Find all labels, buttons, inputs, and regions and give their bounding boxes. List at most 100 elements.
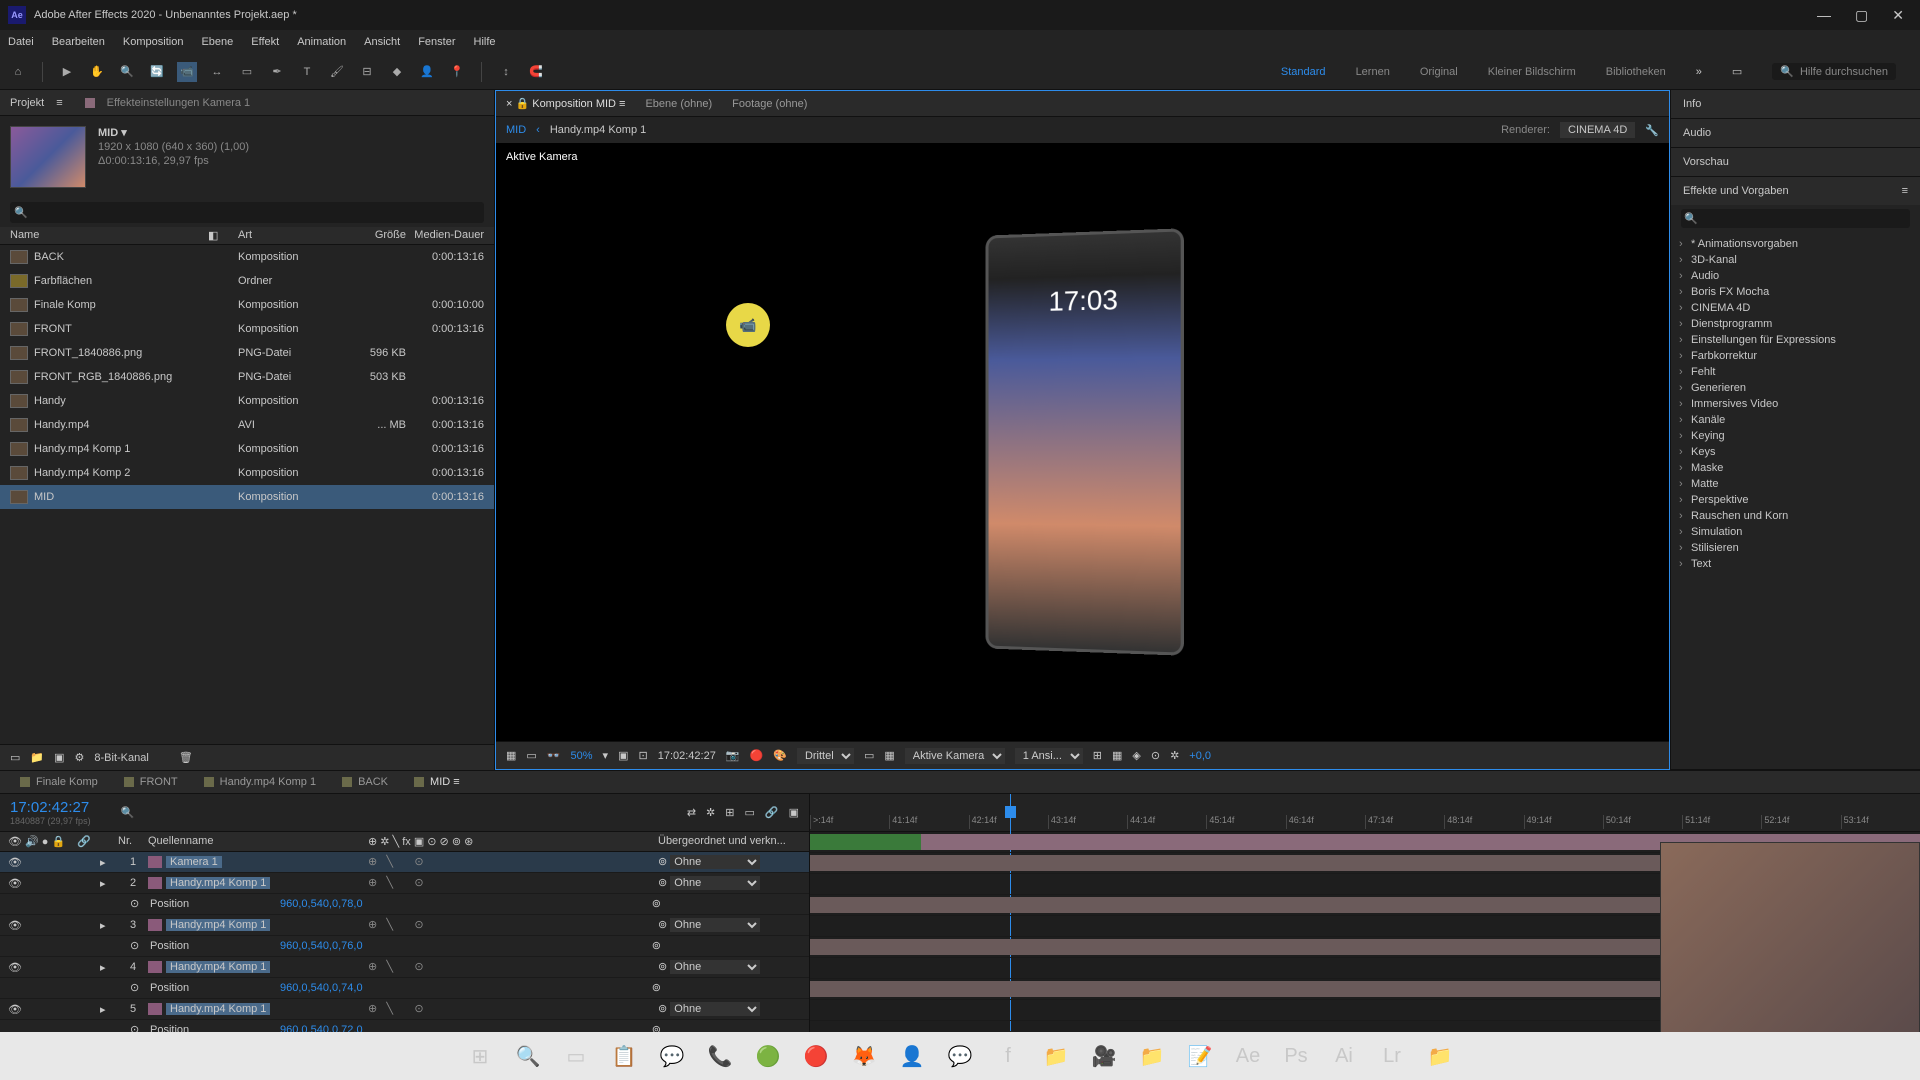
effect-category[interactable]: CINEMA 4D (1671, 300, 1920, 316)
color-icon[interactable]: 🎨 (773, 749, 787, 762)
axis-tool[interactable]: ↕ (496, 62, 516, 82)
effect-category[interactable]: Farbkorrektur (1671, 348, 1920, 364)
effect-category[interactable]: Kanäle (1671, 412, 1920, 428)
maximize-button[interactable]: ▢ (1855, 7, 1868, 24)
effect-category[interactable]: Fehlt (1671, 364, 1920, 380)
layer-property[interactable]: ⊙Position960,0,540,0,78,0⊚ (0, 894, 809, 915)
help-search[interactable]: Hilfe durchsuchen (1800, 66, 1888, 78)
menu-datei[interactable]: Datei (8, 36, 34, 48)
orbit-tool[interactable]: 🔄 (147, 62, 167, 82)
taskbar-icon[interactable]: 💬 (655, 1039, 689, 1073)
effect-category[interactable]: Boris FX Mocha (1671, 284, 1920, 300)
shape-tool[interactable]: ▭ (237, 62, 257, 82)
roto-tool[interactable]: 👤 (417, 62, 437, 82)
brush-tool[interactable]: 🖌 (327, 62, 347, 82)
taskbar-icon[interactable]: 📝 (1183, 1039, 1217, 1073)
effect-category[interactable]: * Animationsvorgaben (1671, 236, 1920, 252)
taskbar-icon[interactable]: ▭ (559, 1039, 593, 1073)
project-item[interactable]: FRONT_1840886.pngPNG-Datei596 KB (0, 341, 494, 365)
effect-category[interactable]: Dienstprogramm (1671, 316, 1920, 332)
taskbar-icon[interactable]: 📁 (1423, 1039, 1457, 1073)
tl-tool-1[interactable]: ⇄ (687, 806, 696, 819)
layer-row[interactable]: 👁▸3Handy.mp4 Komp 1⊕ ╲ ⊙⊚ Ohne (0, 915, 809, 936)
effect-category[interactable]: Perspektive (1671, 492, 1920, 508)
3d-icon-5[interactable]: ✲ (1170, 749, 1179, 762)
tl-tool-5[interactable]: 🔗 (765, 806, 779, 819)
selection-tool[interactable]: ▶ (57, 62, 77, 82)
clone-tool[interactable]: ⊟ (357, 62, 377, 82)
project-item[interactable]: Handy.mp4 Komp 1Komposition0:00:13:16 (0, 437, 494, 461)
camera-tool[interactable]: 📹 (177, 62, 197, 82)
ruler-tick[interactable]: 52:14f (1761, 815, 1840, 829)
comp-tab[interactable]: Ebene (ohne) (645, 98, 712, 110)
taskbar-icon[interactable]: 👤 (895, 1039, 929, 1073)
timeline-tab[interactable]: Finale Komp (20, 776, 98, 788)
project-item[interactable]: BACKKomposition0:00:13:16 (0, 245, 494, 269)
mask-icon[interactable]: 👓 (547, 749, 561, 762)
pan-behind-tool[interactable]: ↔ (207, 62, 227, 82)
effect-category[interactable]: Immersives Video (1671, 396, 1920, 412)
exposure[interactable]: +0,0 (1189, 750, 1211, 762)
project-item[interactable]: Handy.mp4AVI... MB0:00:13:16 (0, 413, 494, 437)
col-type[interactable]: Art (238, 229, 336, 242)
tab-project[interactable]: Projekt (10, 97, 44, 109)
timeline-search[interactable]: 🔍 (121, 806, 135, 819)
puppet-tool[interactable]: 📍 (447, 62, 467, 82)
taskbar-icon[interactable]: 🔍 (511, 1039, 545, 1073)
transparency-icon[interactable]: ▭ (526, 749, 536, 762)
snapshot-icon[interactable]: 📷 (726, 749, 740, 762)
col-tag[interactable]: ◧ (208, 229, 238, 242)
menu-ebene[interactable]: Ebene (201, 36, 233, 48)
timeline-tab[interactable]: Handy.mp4 Komp 1 (204, 776, 316, 788)
project-item[interactable]: Handy.mp4 Komp 2Komposition0:00:13:16 (0, 461, 494, 485)
taskbar-icon[interactable]: Lr (1375, 1039, 1409, 1073)
hand-tool[interactable]: ✋ (87, 62, 107, 82)
workspace-kleiner bildschirm[interactable]: Kleiner Bildschirm (1488, 66, 1576, 78)
breadcrumb-root[interactable]: MID (506, 124, 526, 136)
col-duration[interactable]: Medien-Dauer (406, 229, 484, 242)
timeline-tab[interactable]: MID ≡ (414, 776, 460, 788)
menu-animation[interactable]: Animation (297, 36, 346, 48)
menu-effekt[interactable]: Effekt (251, 36, 279, 48)
eraser-tool[interactable]: ◆ (387, 62, 407, 82)
home-icon[interactable]: ⌂ (8, 62, 28, 82)
new-comp-icon[interactable]: ▣ (54, 751, 64, 764)
channel-icon[interactable]: 🔴 (750, 749, 764, 762)
panel-audio[interactable]: Audio (1671, 119, 1920, 147)
project-search[interactable]: 🔍 (10, 202, 484, 223)
panel-preview[interactable]: Vorschau (1671, 148, 1920, 176)
taskbar-icon[interactable]: 🎥 (1087, 1039, 1121, 1073)
taskbar-icon[interactable]: Ai (1327, 1039, 1361, 1073)
layer-property[interactable]: ⊙Position960,0,540,0,74,0⊚ (0, 978, 809, 999)
resolution-select[interactable]: Drittel (797, 748, 854, 764)
col-name[interactable]: Name (10, 229, 208, 242)
type-tool[interactable]: T (297, 62, 317, 82)
effect-category[interactable]: Generieren (1671, 380, 1920, 396)
layer-row[interactable]: 👁▸5Handy.mp4 Komp 1⊕ ╲ ⊙⊚ Ohne (0, 999, 809, 1020)
timeline-tab[interactable]: BACK (342, 776, 388, 788)
menu-hilfe[interactable]: Hilfe (474, 36, 496, 48)
layer-row[interactable]: 👁▸1Kamera 1⊕ ╲ ⊙⊚ Ohne (0, 852, 809, 873)
trash-icon[interactable]: 🗑 (179, 751, 193, 764)
ruler-tick[interactable]: 47:14f (1365, 815, 1444, 829)
ruler-tick[interactable]: 45:14f (1206, 815, 1285, 829)
layer-property[interactable]: ⊙Position960,0,540,0,76,0⊚ (0, 936, 809, 957)
ruler-tick[interactable]: 53:14f (1841, 815, 1920, 829)
effect-category[interactable]: Keying (1671, 428, 1920, 444)
menu-bearbeiten[interactable]: Bearbeiten (52, 36, 105, 48)
panel-menu-icon[interactable]: ≡ (1902, 185, 1908, 197)
project-item[interactable]: Finale KompKomposition0:00:10:00 (0, 293, 494, 317)
taskbar-icon[interactable]: 📁 (1039, 1039, 1073, 1073)
taskbar-icon[interactable]: 📋 (607, 1039, 641, 1073)
effects-search[interactable]: 🔍 (1681, 209, 1910, 228)
effect-category[interactable]: Audio (1671, 268, 1920, 284)
taskbar-icon[interactable]: Ae (1231, 1039, 1265, 1073)
3d-icon-4[interactable]: ⊙ (1151, 749, 1160, 762)
taskbar-icon[interactable]: 🦊 (847, 1039, 881, 1073)
tl-tool-3[interactable]: ⊞ (725, 806, 734, 819)
effect-category[interactable]: Maske (1671, 460, 1920, 476)
comp-tab[interactable]: × 🔒 Komposition MID ≡ (506, 97, 625, 110)
views-select[interactable]: 1 Ansi... (1015, 748, 1083, 764)
snap-tool[interactable]: 🧲 (526, 62, 546, 82)
effect-category[interactable]: Stilisieren (1671, 540, 1920, 556)
